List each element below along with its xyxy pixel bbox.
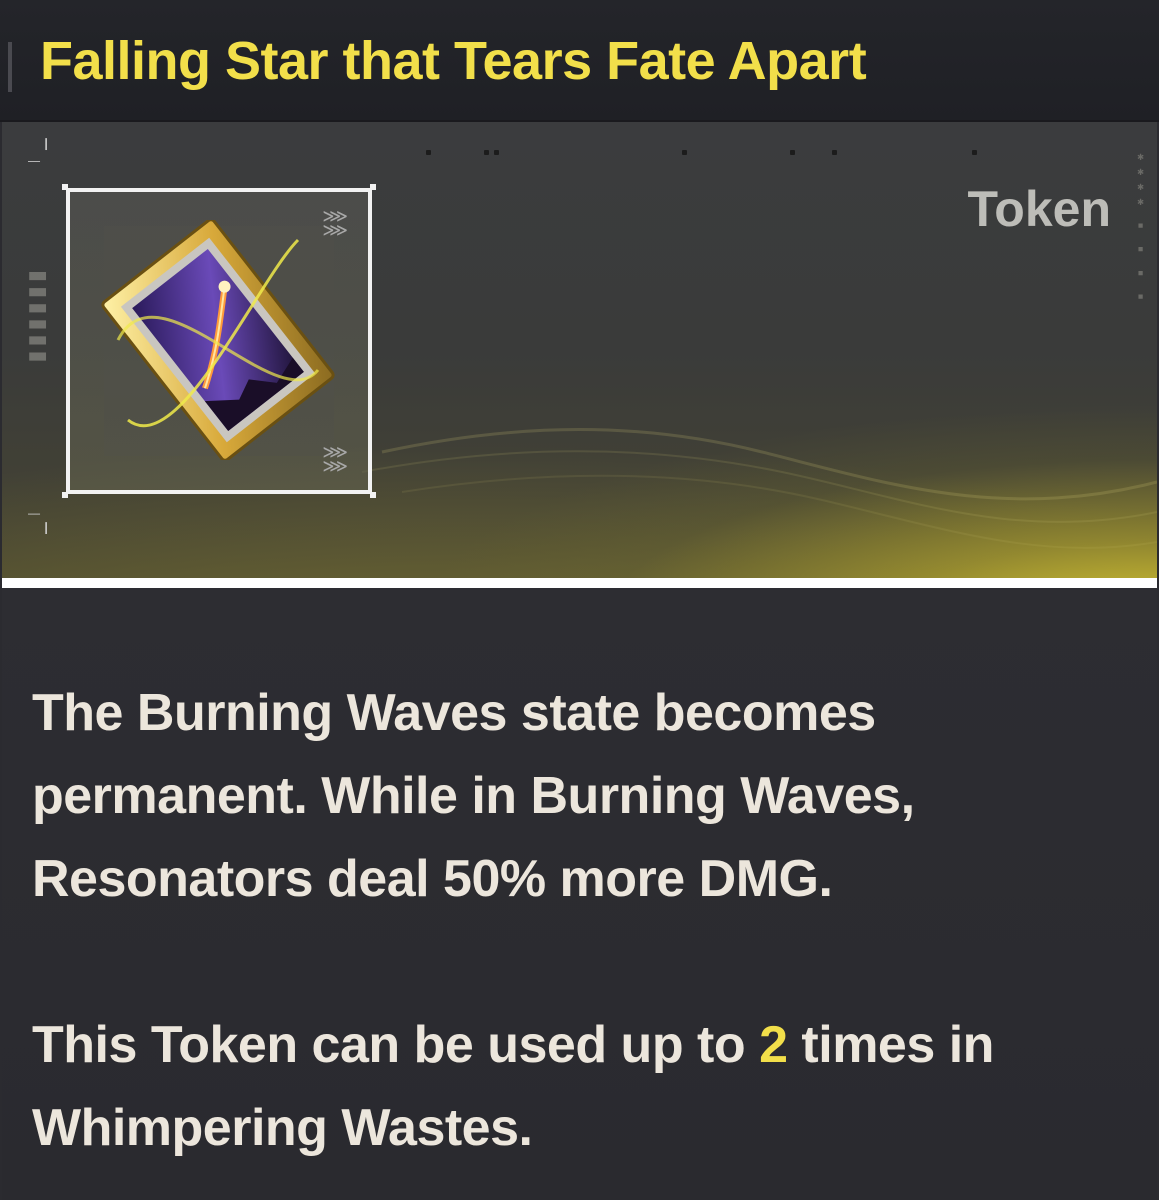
frame-corner-tl [62, 184, 68, 190]
item-description: The Burning Waves state becomes permanen… [32, 672, 1132, 1170]
frame-corner-bl [62, 492, 68, 498]
item-detail-card: Falling Star that Tears Fate Apart _╵ ‾╷… [0, 0, 1159, 1200]
title-accent-bar [8, 42, 12, 92]
vertical-watermark-text: ▮▮▮▮▮▮ [27, 270, 52, 367]
frame-corner-br [370, 492, 376, 498]
corner-bracket-bottom: ‾╷ [28, 510, 53, 534]
corner-bracket-top: _╵ [28, 138, 53, 162]
item-title: Falling Star that Tears Fate Apart [40, 31, 867, 91]
description-paragraph-1: The Burning Waves state becomes permanen… [32, 684, 915, 908]
title-bar: Falling Star that Tears Fate Apart [0, 0, 1159, 122]
side-code-decoration: ✱✱✱✱ ▪ ▪ ▪ ▪ [1134, 150, 1147, 305]
frame-corner-tr [370, 184, 376, 190]
usage-count-highlight: 2 [759, 1016, 788, 1074]
hero-divider [2, 578, 1157, 588]
dots-decoration [420, 150, 1040, 156]
description-paragraph-2: This Token can be used up to 2 times in … [32, 1004, 1132, 1170]
item-category-label: Token [967, 181, 1111, 237]
description-text: This Token can be used up to [32, 1016, 760, 1074]
framed-falling-star-painting-icon [101, 220, 335, 460]
